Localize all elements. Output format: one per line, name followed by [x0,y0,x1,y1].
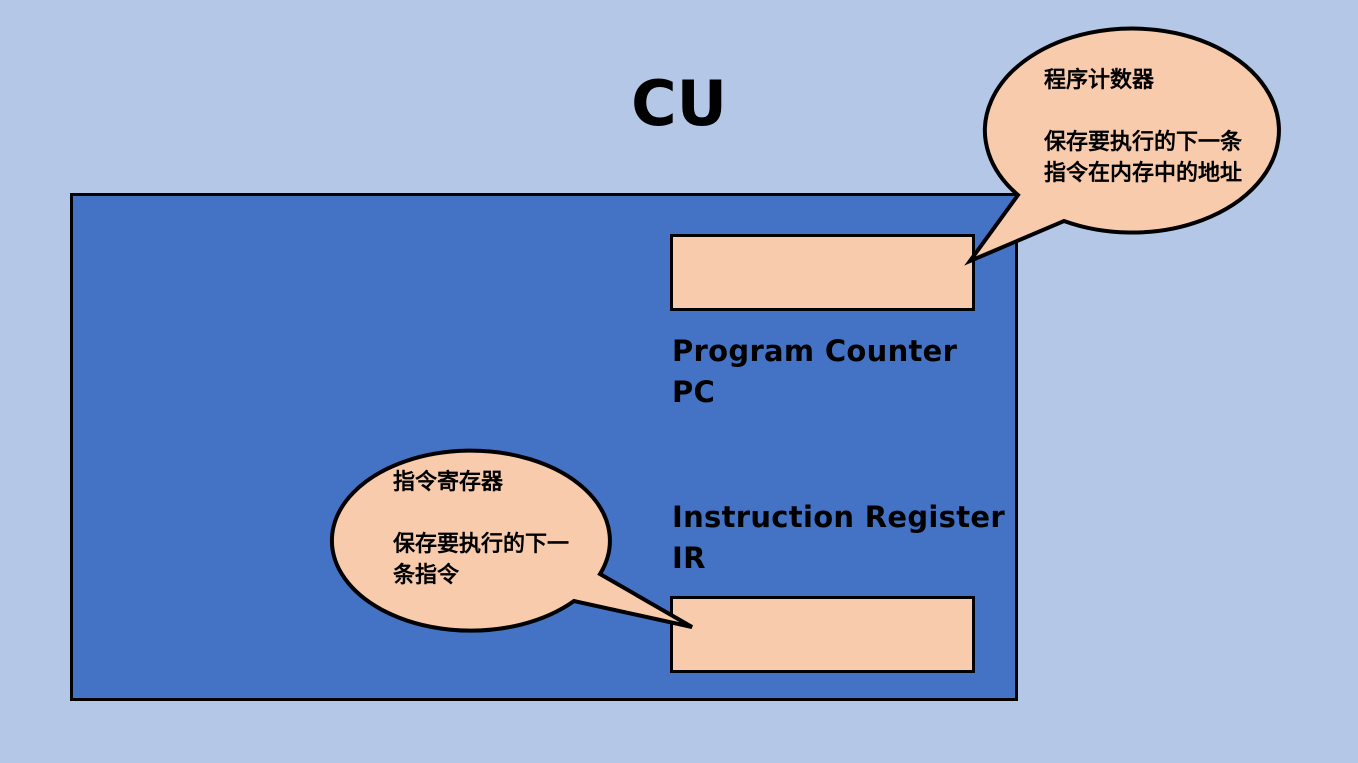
ir-callout-text: 指令寄存器 保存要执行的下一 条指令 [393,467,569,591]
ir-callout-heading: 指令寄存器 [393,470,504,495]
pc-callout-line2: 指令在内存中的地址 [1044,161,1243,186]
ir-callout-line1: 保存要执行的下一 [393,532,570,557]
pc-callout-heading: 程序计数器 [1044,68,1155,93]
ir-callout-line2: 条指令 [393,563,460,588]
pc-callout-line1: 保存要执行的下一条 [1044,130,1243,155]
pc-callout-text: 程序计数器 保存要执行的下一条 指令在内存中的地址 [1044,65,1242,189]
